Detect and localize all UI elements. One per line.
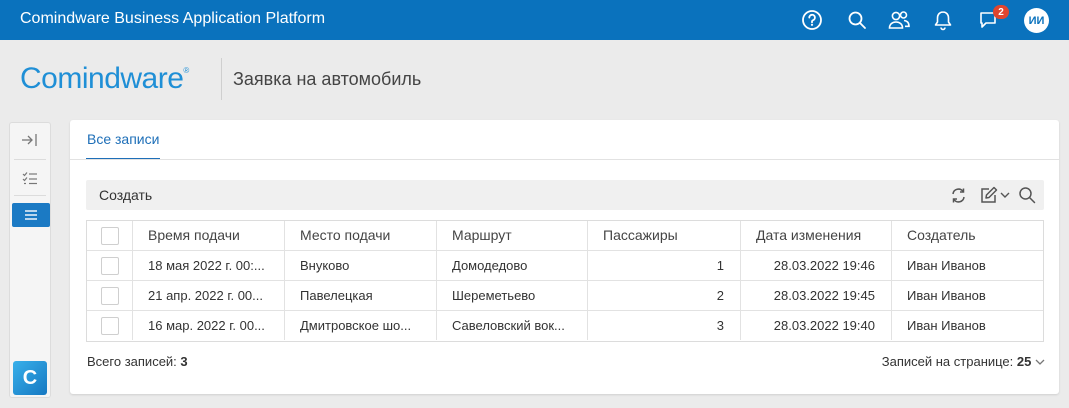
app-title[interactable]: Comindware Business Application Platform xyxy=(20,10,325,28)
help-icon[interactable] xyxy=(800,8,824,32)
row-checkbox[interactable] xyxy=(101,287,119,305)
table-header-row: Время подачи Место подачи Маршрут Пассаж… xyxy=(87,221,1043,251)
table-cell: Дмитровское шо... xyxy=(285,311,437,340)
row-checkbox[interactable] xyxy=(101,317,119,335)
column-header[interactable]: Время подачи xyxy=(133,221,285,250)
page-size-chevron-icon[interactable] xyxy=(1035,354,1045,369)
page-title: Заявка на автомобиль xyxy=(233,69,422,89)
column-header[interactable]: Место подачи xyxy=(285,221,437,250)
app-logo[interactable]: C xyxy=(13,361,47,395)
table-row[interactable]: 21 апр. 2022 г. 00... Павелецкая Шеремет… xyxy=(87,281,1043,311)
column-header[interactable]: Создатель xyxy=(892,221,1043,250)
row-select-cell xyxy=(87,281,133,310)
total-records-label: Всего записей: xyxy=(87,354,177,369)
row-select-cell xyxy=(87,311,133,340)
collapse-icon[interactable] xyxy=(10,125,50,155)
table-cell: 28.03.2022 19:46 xyxy=(741,251,892,280)
select-all-checkbox[interactable] xyxy=(101,227,119,245)
table-row[interactable]: 18 мая 2022 г. 00:... Внуково Домодедово… xyxy=(87,251,1043,281)
left-rail: C xyxy=(9,122,51,398)
search-icon[interactable] xyxy=(845,8,869,32)
table-cell: 16 мар. 2022 г. 00... xyxy=(133,311,285,340)
total-records: Всего записей: 3 xyxy=(87,354,188,369)
table-cell: 28.03.2022 19:45 xyxy=(741,281,892,310)
toolbar-search-icon[interactable] xyxy=(1017,185,1037,205)
table-cell: 18 мая 2022 г. 00:... xyxy=(133,251,285,280)
logo-text: Comindware xyxy=(20,62,184,95)
top-bar: Comindware Business Application Platform… xyxy=(0,0,1069,40)
header-divider xyxy=(221,58,222,100)
column-header[interactable]: Пассажиры xyxy=(588,221,741,250)
column-header[interactable]: Маршрут xyxy=(437,221,588,250)
edit-icon[interactable] xyxy=(979,185,999,205)
table-cell: 1 xyxy=(588,251,741,280)
user-avatar[interactable]: ИИ xyxy=(1024,8,1049,33)
table-row[interactable]: 16 мар. 2022 г. 00... Дмитровское шо... … xyxy=(87,311,1043,341)
refresh-icon[interactable] xyxy=(948,185,968,205)
users-icon[interactable] xyxy=(887,8,911,32)
tab-all-records[interactable]: Все записи xyxy=(86,120,161,160)
row-checkbox[interactable] xyxy=(101,257,119,275)
table-cell: Павелецкая xyxy=(285,281,437,310)
page-size-value: 25 xyxy=(1016,354,1032,369)
table-cell: 21 апр. 2022 г. 00... xyxy=(133,281,285,310)
table-cell: Домодедово xyxy=(437,251,588,280)
tab-underline xyxy=(70,159,1059,160)
table-cell: Шереметьево xyxy=(437,281,588,310)
table-cell: Иван Иванов xyxy=(907,318,986,333)
table-cell: 3 xyxy=(588,311,741,340)
records-panel: Все записи Создать Время подачи Место по… xyxy=(70,120,1059,394)
rail-separator xyxy=(14,195,46,196)
create-button[interactable]: Создать xyxy=(99,187,152,203)
table-cell: Иван Иванов xyxy=(907,258,986,273)
logo-mark: ® xyxy=(183,66,189,75)
rail-separator xyxy=(14,159,46,160)
table-cell: Иван Иванов xyxy=(907,288,986,303)
bell-icon[interactable] xyxy=(931,8,955,32)
total-records-value: 3 xyxy=(180,354,188,369)
row-select-cell xyxy=(87,251,133,280)
table-cell: Савеловский вок... xyxy=(437,311,588,340)
comindware-logo[interactable]: Comindware® xyxy=(20,62,189,96)
toolbar: Создать xyxy=(86,180,1044,210)
column-header[interactable]: Дата изменения xyxy=(741,221,892,250)
table-cell: 28.03.2022 19:40 xyxy=(741,311,892,340)
checklist-icon[interactable] xyxy=(10,163,50,193)
page-size-label: Записей на странице: xyxy=(881,354,1014,369)
notification-badge: 2 xyxy=(993,5,1009,19)
chevron-down-icon[interactable] xyxy=(999,185,1011,205)
page-size-selector[interactable]: Записей на странице: 25 xyxy=(882,354,1045,369)
records-table: Время подачи Место подачи Маршрут Пассаж… xyxy=(86,220,1044,342)
table-cell: Внуково xyxy=(285,251,437,280)
table-cell: 2 xyxy=(588,281,741,310)
select-all-cell xyxy=(87,221,133,250)
list-icon[interactable] xyxy=(12,203,50,227)
